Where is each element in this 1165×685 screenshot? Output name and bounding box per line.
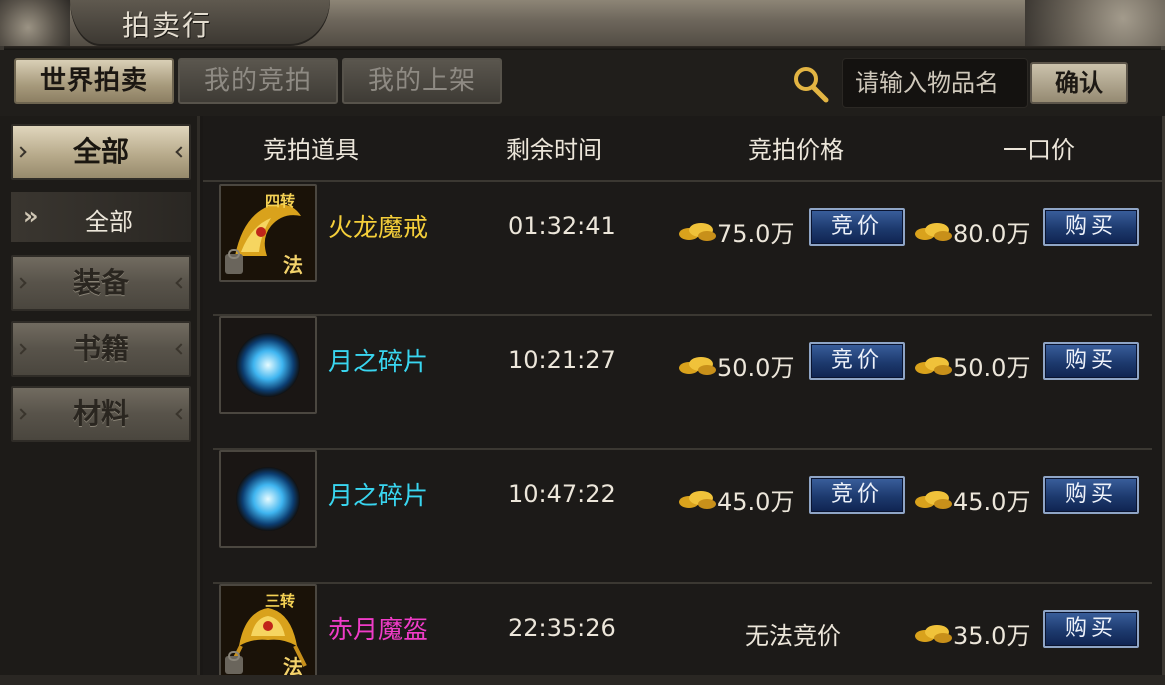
ornament-right-icon xyxy=(175,146,187,158)
category-label: 装备 xyxy=(72,266,129,299)
time-left: 01:32:41 xyxy=(508,212,616,240)
svg-text:法: 法 xyxy=(283,253,303,277)
header-time-left: 剩余时间 xyxy=(506,136,602,164)
category-books-button[interactable]: 书籍 xyxy=(11,321,191,377)
no-bid-text: 无法竞价 xyxy=(745,622,841,650)
bid-button[interactable]: 竞价 xyxy=(809,208,905,246)
item-name: 月之碎片 xyxy=(328,347,429,376)
moon-shard-icon[interactable] xyxy=(219,450,317,548)
buy-button[interactable]: 购买 xyxy=(1043,208,1139,246)
table-row[interactable]: 法 三转 赤月魔盔 22:35:26 无法竞价 35.0万 购买 xyxy=(203,584,1162,685)
bid-price: 75.0万 xyxy=(717,220,795,248)
svg-text:四转: 四转 xyxy=(265,192,295,210)
category-sidebar: 全部 » 全部 装备 书籍 材料 xyxy=(0,116,200,685)
item-name: 赤月魔盔 xyxy=(328,615,429,644)
red-moon-helmet-icon[interactable]: 法 三转 xyxy=(219,584,317,682)
subcategory-label: 全部 xyxy=(85,208,133,236)
bid-button[interactable]: 竞价 xyxy=(809,342,905,380)
gold-coin-icon xyxy=(915,625,952,643)
buyout-price: 45.0万 xyxy=(953,488,1031,516)
category-all-button[interactable]: 全部 xyxy=(11,124,191,180)
subcategory-all[interactable]: » 全部 xyxy=(11,192,191,242)
search-icon[interactable] xyxy=(790,64,830,104)
table-row[interactable]: 月之碎片 10:21:27 50.0万 竞价 50.0万 购买 xyxy=(203,316,1162,450)
category-materials-button[interactable]: 材料 xyxy=(11,386,191,442)
svg-text:三转: 三转 xyxy=(265,592,295,610)
bid-price: 50.0万 xyxy=(717,354,795,382)
ornament-right-icon xyxy=(175,277,187,289)
time-left: 10:21:27 xyxy=(508,346,616,374)
gold-coin-icon xyxy=(915,491,952,509)
gold-coin-icon xyxy=(679,223,716,241)
bid-price: 45.0万 xyxy=(717,488,795,516)
tab-my-bids[interactable]: 我的竞拍 xyxy=(178,58,338,104)
category-equipment-button[interactable]: 装备 xyxy=(11,255,191,311)
buy-button[interactable]: 购买 xyxy=(1043,342,1139,380)
table-row[interactable]: 法 四转 火龙魔戒 01:32:41 75.0万 竞价 80.0万 购买 xyxy=(203,182,1162,316)
window-title: 拍卖行 xyxy=(122,9,213,42)
ornament-left-icon xyxy=(15,277,27,289)
ornament-left-icon xyxy=(15,146,27,158)
table-header: 竞拍道具 剩余时间 竞拍价格 一口价 xyxy=(203,116,1162,180)
time-left: 10:47:22 xyxy=(508,480,616,508)
header-item: 竞拍道具 xyxy=(263,136,359,164)
auction-table: 竞拍道具 剩余时间 竞拍价格 一口价 法 四转 火龙魔戒 01:32:41 75… xyxy=(203,116,1162,685)
category-label: 书籍 xyxy=(72,332,129,365)
category-label: 全部 xyxy=(72,135,129,168)
gold-coin-icon xyxy=(915,223,952,241)
bottom-edge xyxy=(0,675,1165,685)
ornament-left-icon xyxy=(15,408,27,420)
table-row[interactable]: 月之碎片 10:47:22 45.0万 竞价 45.0万 购买 xyxy=(203,450,1162,584)
category-label: 材料 xyxy=(72,397,129,430)
frame-ornament-right xyxy=(1025,0,1165,46)
ornament-right-icon xyxy=(175,408,187,420)
search-input[interactable] xyxy=(843,59,1027,107)
tab-my-listings[interactable]: 我的上架 xyxy=(342,58,502,104)
header-bid-price: 竞拍价格 xyxy=(748,136,844,164)
item-name: 月之碎片 xyxy=(328,481,429,510)
ornament-right-icon xyxy=(175,343,187,355)
ornament-left-icon xyxy=(15,343,27,355)
frame-ornament-left xyxy=(0,0,70,46)
gold-coin-icon xyxy=(679,491,716,509)
buy-button[interactable]: 购买 xyxy=(1043,476,1139,514)
time-left: 22:35:26 xyxy=(508,614,616,642)
gold-coin-icon xyxy=(679,357,716,375)
double-chevron-icon: » xyxy=(23,202,39,230)
search-field[interactable] xyxy=(842,58,1028,108)
tab-world-auction[interactable]: 世界拍卖 xyxy=(14,58,174,104)
buy-button[interactable]: 购买 xyxy=(1043,610,1139,648)
buyout-price: 80.0万 xyxy=(953,220,1031,248)
buyout-price: 35.0万 xyxy=(953,622,1031,650)
buyout-price: 50.0万 xyxy=(953,354,1031,382)
bid-button[interactable]: 竞价 xyxy=(809,476,905,514)
gold-coin-icon xyxy=(915,357,952,375)
moon-shard-icon[interactable] xyxy=(219,316,317,414)
header-buyout-price: 一口价 xyxy=(1003,136,1075,164)
dragon-ring-icon[interactable]: 法 四转 xyxy=(219,184,317,282)
item-name: 火龙魔戒 xyxy=(328,213,429,242)
confirm-button[interactable]: 确认 xyxy=(1030,62,1128,104)
